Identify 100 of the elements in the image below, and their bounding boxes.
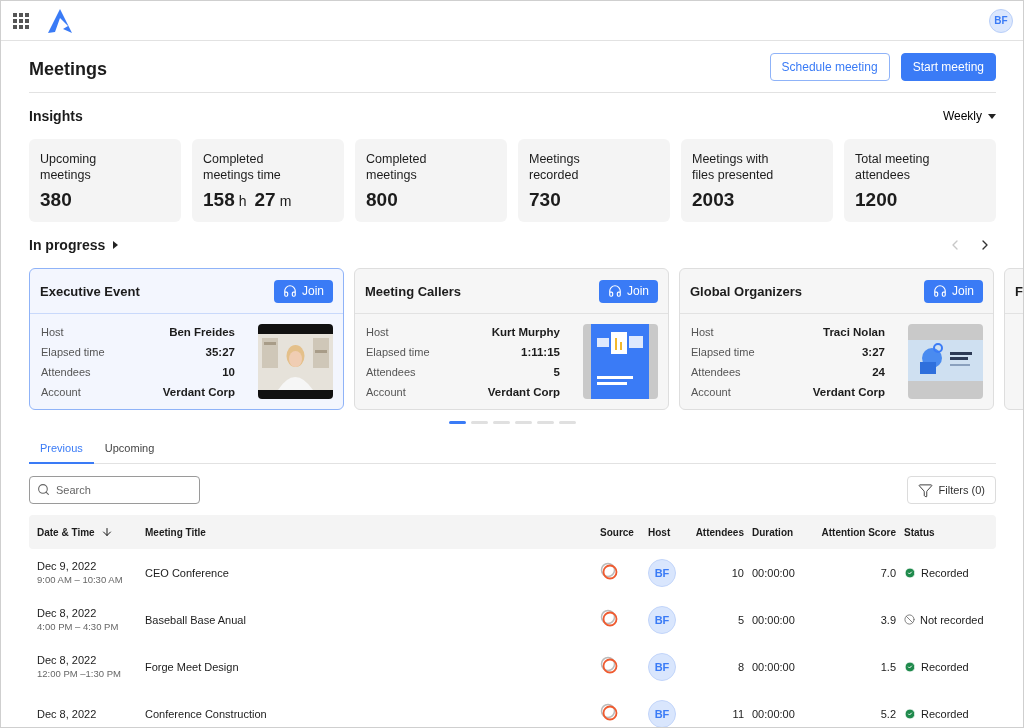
- duration-cell-text: 00:00:00: [752, 660, 796, 673]
- filters-button[interactable]: Filters (0): [906, 476, 996, 504]
- stat-label: Total meeting attendees: [855, 151, 931, 183]
- schedule-meeting-button[interactable]: Schedule meeting: [769, 52, 890, 81]
- column-header[interactable]: Attention Score: [814, 526, 904, 538]
- field-value: Verdant Corp: [486, 385, 560, 400]
- host-avatar: BF: [648, 652, 676, 681]
- field-label: Elapsed time: [41, 345, 106, 360]
- date-cell-text: Dec 8, 2022: [37, 707, 98, 720]
- source-icon: [600, 655, 618, 674]
- attendees-cell-text: 10: [730, 566, 745, 579]
- stat-value: 27: [254, 189, 276, 211]
- stat-unit: h: [238, 193, 247, 209]
- field-label: Elapsed time: [366, 345, 431, 360]
- headset-icon: [283, 284, 297, 298]
- source-icon: [600, 561, 618, 580]
- stat-unit: m: [279, 193, 292, 209]
- meeting-card[interactable]: Global Organizers Join Host Traci Nolan Elapsed time 3:27 Attendees 24 Account Verdant Corp: [679, 268, 994, 410]
- title-cell-text: Baseball Base Anual: [145, 613, 247, 626]
- time-range: 12:00 PM –1:30 PM: [37, 668, 122, 679]
- score-cell-text: 7.0: [879, 566, 897, 579]
- field-value: Traci Nolan: [822, 325, 885, 340]
- section-title: Insights: [29, 108, 83, 124]
- search-field[interactable]: Search: [29, 476, 200, 504]
- field-label: Host: [41, 325, 65, 340]
- stat-label: Upcoming meetings: [40, 151, 98, 183]
- status-text: Recorded: [921, 660, 969, 673]
- host-avatar: BF: [648, 699, 676, 727]
- score-cell-text: 1.5: [879, 660, 897, 673]
- headset-icon: [933, 284, 947, 298]
- column-header[interactable]: Attendees: [694, 526, 752, 538]
- meeting-card[interactable]: Meeting Callers Join Host Kurt Murphy Elapsed time 1:11:15 Attendees 5 Account Verdant Corp: [354, 268, 669, 410]
- meeting-title: Meeting Callers: [365, 283, 462, 299]
- field-label: Account: [366, 385, 407, 400]
- field-value: Ben Freides: [168, 325, 235, 340]
- apps-grid-icon[interactable]: [13, 12, 29, 29]
- attendees-cell-text: 11: [731, 707, 745, 720]
- tab[interactable]: Previous: [29, 434, 94, 464]
- attendees-cell-text: 5: [736, 613, 745, 626]
- stat-value: 158: [203, 189, 235, 211]
- date-cell-text: Dec 8, 2022: [37, 654, 98, 666]
- duration-cell-text: 00:00:00: [752, 613, 796, 626]
- date-cell-text: Dec 9, 2022: [37, 560, 98, 572]
- page-indicator[interactable]: [449, 420, 466, 424]
- field-value: 24: [871, 365, 885, 380]
- caret-icon[interactable]: [113, 241, 119, 249]
- meeting-card[interactable]: F: [1004, 268, 1023, 410]
- logo-icon[interactable]: [47, 7, 73, 34]
- field-value: 1:11:15: [520, 345, 560, 360]
- stat-label: Completed meetings time: [203, 151, 282, 183]
- column-header[interactable]: Source: [600, 526, 648, 538]
- stat-label: Meetings recorded: [529, 151, 581, 183]
- attendees-cell-text: 8: [736, 660, 745, 673]
- field-label: Account: [691, 385, 732, 400]
- headset-icon: [608, 284, 622, 298]
- column-header[interactable]: Duration: [752, 526, 814, 538]
- field-value: Verdant Corp: [161, 385, 235, 400]
- sort-arrow-icon: [100, 526, 113, 538]
- meeting-title: Executive Event: [40, 283, 140, 299]
- source-icon: [600, 702, 618, 721]
- time-range: 9:00 AM – 10:30 AM: [37, 574, 124, 585]
- field-label: Account: [41, 385, 82, 400]
- duration-cell-text: 00:00:00: [752, 566, 796, 579]
- section-title[interactable]: In progress: [29, 237, 106, 253]
- field-value: 5: [552, 365, 560, 380]
- field-value: 10: [221, 365, 235, 380]
- join-button[interactable]: Join: [599, 279, 658, 303]
- field-value: 35:27: [204, 345, 235, 360]
- meeting-card[interactable]: Executive Event Join Host Ben Freides Elapsed time 35:27 Attendees 10 Account Verdant Corp: [29, 268, 344, 410]
- join-button[interactable]: Join: [924, 279, 983, 303]
- field-label: Host: [691, 325, 715, 340]
- join-button[interactable]: Join: [274, 279, 333, 303]
- date-cell-text: Dec 8, 2022: [37, 607, 98, 619]
- title-cell-text: Conference Construction: [145, 707, 268, 720]
- stat-value: 730: [529, 189, 561, 211]
- field-label: Attendees: [691, 365, 742, 380]
- title-cell-text: CEO Conference: [145, 566, 230, 579]
- stat-value: 1200: [855, 189, 898, 211]
- column-header[interactable]: Meeting Title: [145, 526, 600, 538]
- stat-label: Completed meetings: [366, 151, 428, 183]
- tab[interactable]: Upcoming: [93, 434, 166, 464]
- status-text: Recorded: [921, 566, 969, 579]
- column-header[interactable]: Host: [648, 526, 694, 538]
- host-avatar: BF: [648, 605, 676, 634]
- page-title: Meetings: [29, 58, 107, 80]
- start-meeting-button[interactable]: Start meeting: [900, 52, 996, 81]
- period-dropdown[interactable]: Weekly: [942, 109, 996, 123]
- column-header[interactable]: Status: [904, 526, 996, 538]
- meeting-title: F: [1015, 283, 1023, 299]
- field-label: Elapsed time: [691, 345, 756, 360]
- status-text: Recorded: [921, 707, 969, 720]
- title-cell-text: Forge Meet Design: [145, 660, 240, 673]
- filter-icon: [917, 482, 933, 498]
- column-header[interactable]: Date & Time: [37, 526, 145, 538]
- field-label: Attendees: [366, 365, 417, 380]
- source-icon: [600, 608, 618, 627]
- field-label: Attendees: [41, 365, 92, 380]
- field-value: Verdant Corp: [811, 385, 885, 400]
- score-cell-text: 3.9: [879, 613, 897, 626]
- search-icon: [37, 483, 50, 496]
